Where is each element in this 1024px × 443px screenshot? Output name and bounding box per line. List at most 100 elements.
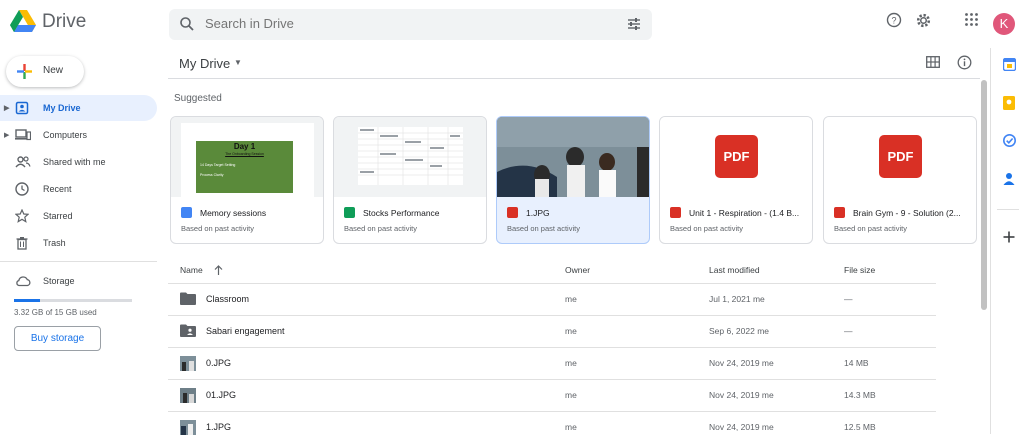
table-row[interactable]: 0.JPG me Nov 24, 2019 me 14 MB (168, 347, 936, 379)
sidebar-item-recent[interactable]: Recent (0, 176, 157, 202)
card-reason: Based on past activity (834, 224, 907, 233)
sidebar-item-storage[interactable]: Storage (0, 268, 157, 294)
new-button-label: New (43, 65, 64, 76)
pdf-badge-icon: PDF (879, 135, 922, 178)
spreadsheet-preview (358, 127, 463, 185)
sidebar-item-label: Starred (43, 211, 73, 221)
file-name: 1.JPG (206, 422, 232, 432)
file-owner: me (565, 390, 577, 400)
drive-logo[interactable]: Drive (10, 10, 86, 33)
sidebar-item-starred[interactable]: Starred (0, 203, 157, 229)
table-row[interactable]: 1.JPG me Nov 24, 2019 me 12.5 MB (168, 411, 936, 443)
page-title[interactable]: My Drive (179, 56, 230, 71)
card-reason: Based on past activity (181, 224, 254, 233)
file-name: Classroom (206, 294, 250, 304)
column-header-file-size[interactable]: File size (844, 265, 875, 275)
card-thumbnail: PDF (824, 117, 976, 197)
suggested-card[interactable]: PDF Brain Gym - 9 - Solution (2... Based… (823, 116, 977, 244)
contacts-icon[interactable] (1003, 172, 1015, 185)
suggested-card[interactable]: PDF Unit 1 - Respiration - (1.4 B... Bas… (659, 116, 813, 244)
content-header: My Drive ▼ (168, 48, 980, 79)
side-panel-rail (990, 48, 1024, 434)
file-owner: me (565, 358, 577, 368)
storage-usage-bar (14, 299, 132, 302)
my-drive-icon (15, 101, 29, 115)
file-size: — (844, 294, 853, 304)
drive-logo-icon (10, 10, 36, 32)
suggested-card[interactable]: Day 1 The Onboarding Session 14 Days Tar… (170, 116, 324, 244)
keep-icon[interactable] (1003, 96, 1015, 110)
storage-label: Storage (43, 276, 75, 286)
card-thumbnail (497, 117, 649, 197)
buy-storage-button[interactable]: Buy storage (14, 326, 101, 351)
expand-arrow-icon[interactable]: ▶ (4, 104, 9, 112)
image-thumbnail-icon (180, 420, 196, 435)
expand-arrow-icon[interactable]: ▶ (4, 131, 9, 139)
search-bar[interactable] (169, 9, 652, 40)
info-icon[interactable] (957, 55, 972, 70)
add-addon-plus-icon[interactable] (1003, 231, 1015, 243)
trash-icon (16, 237, 28, 250)
search-options-icon[interactable] (626, 16, 642, 32)
file-modified: Nov 24, 2019 me (709, 358, 774, 368)
pdf-file-icon (834, 207, 845, 218)
sidebar-item-label: Computers (43, 130, 88, 140)
search-icon[interactable] (179, 16, 195, 32)
table-row[interactable]: Classroom me Jul 1, 2021 me — (168, 283, 936, 315)
file-owner: me (565, 326, 577, 336)
sidebar-item-label: Trash (43, 238, 66, 248)
star-icon (15, 209, 29, 223)
file-name: 01.JPG (206, 390, 237, 400)
table-row[interactable]: 01.JPG me Nov 24, 2019 me 14.3 MB (168, 379, 936, 411)
file-size: 12.5 MB (844, 422, 876, 432)
sidebar-item-my-drive[interactable]: ▶ My Drive (0, 95, 157, 121)
storage-used-text: 3.32 GB of 15 GB used (14, 308, 97, 317)
column-header-owner[interactable]: Owner (565, 265, 590, 275)
storage-usage-fill (14, 299, 40, 302)
grid-view-icon[interactable] (926, 56, 940, 68)
new-button[interactable]: New (6, 56, 84, 87)
suggested-card[interactable]: 1.JPG Based on past activity (496, 116, 650, 244)
slide-text: Process Clarity (200, 173, 224, 177)
image-thumbnail-icon (180, 388, 196, 403)
file-modified: Jul 1, 2021 me (709, 294, 765, 304)
card-reason: Based on past activity (344, 224, 417, 233)
help-icon[interactable]: ? (886, 12, 902, 28)
shared-people-icon (15, 156, 31, 168)
main-scrollbar[interactable] (981, 80, 987, 310)
sheets-icon (344, 207, 355, 218)
file-modified: Sep 6, 2022 me (709, 326, 770, 336)
card-thumbnail (334, 117, 486, 197)
plus-icon (17, 64, 32, 79)
apps-grid-icon[interactable] (964, 12, 979, 27)
tasks-icon[interactable] (1003, 134, 1016, 147)
suggested-card[interactable]: Stocks Performance Based on past activit… (333, 116, 487, 244)
sidebar-item-computers[interactable]: ▶ Computers (0, 122, 157, 148)
sort-arrow-up-icon[interactable] (214, 265, 223, 275)
svg-text:?: ? (891, 16, 896, 26)
pdf-badge-icon: PDF (715, 135, 758, 178)
sidebar-item-label: Recent (43, 184, 72, 194)
file-size: 14.3 MB (844, 390, 876, 400)
account-avatar[interactable]: K (993, 13, 1015, 35)
column-header-last-modified[interactable]: Last modified (709, 265, 760, 275)
card-name: Stocks Performance (363, 208, 440, 218)
main-content: My Drive ▼ Suggested Day 1 The Onboardin… (168, 48, 980, 435)
search-input[interactable] (205, 16, 605, 31)
sidebar-item-shared-with-me[interactable]: Shared with me (0, 149, 157, 175)
settings-gear-icon[interactable] (915, 12, 932, 29)
table-row[interactable]: Sabari engagement me Sep 6, 2022 me — (168, 315, 936, 347)
card-thumbnail: Day 1 The Onboarding Session 14 Days Tar… (171, 117, 323, 197)
column-header-name[interactable]: Name (180, 265, 203, 275)
sidebar: New ▶ My Drive ▶ Computers Shared with m… (0, 48, 160, 434)
sidebar-item-trash[interactable]: Trash (0, 230, 157, 256)
cloud-icon (16, 276, 31, 287)
docs-icon (181, 207, 192, 218)
card-name: 1.JPG (526, 208, 550, 218)
calendar-icon[interactable] (1003, 58, 1016, 71)
chevron-down-icon[interactable]: ▼ (234, 58, 242, 67)
spreadsheet-grid (358, 127, 463, 185)
file-name: Sabari engagement (206, 326, 285, 336)
card-thumbnail: PDF (660, 117, 812, 197)
file-size: — (844, 326, 853, 336)
